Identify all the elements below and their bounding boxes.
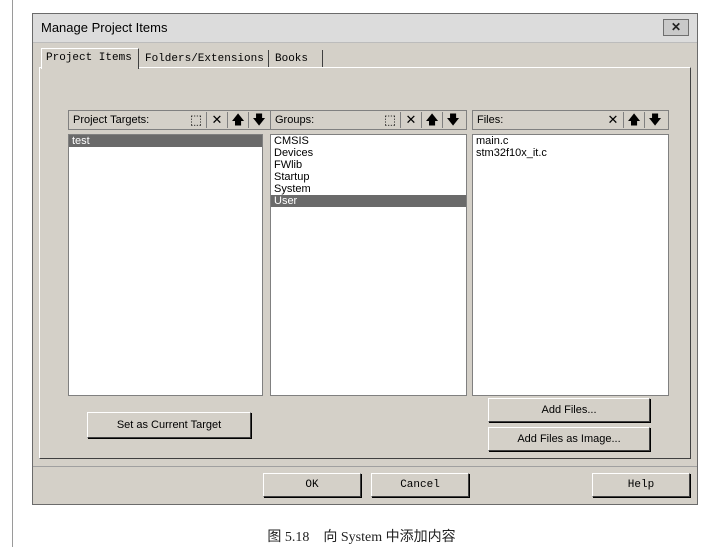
move-down-file-icon[interactable]: 🡇 [644,112,665,128]
new-group-icon[interactable]: ⬚ [380,112,400,128]
manage-project-items-dialog: Manage Project Items ✕ Project Items Fol… [32,13,698,505]
tab-folders-extensions[interactable]: Folders/Extensions [141,50,269,68]
help-button[interactable]: Help [592,473,690,497]
page-edge [12,0,13,547]
close-button[interactable]: ✕ [663,19,689,36]
targets-label: Project Targets: [73,114,150,126]
window-title: Manage Project Items [41,20,168,35]
group-item[interactable]: FWlib [271,159,466,171]
group-item[interactable]: System [271,183,466,195]
group-item[interactable]: CMSIS [271,135,466,147]
project-items-panel: Project Targets: ⬚ ✕ 🡅 🡇 test Groups: ⬚ … [39,67,691,459]
move-down-target-icon[interactable]: 🡇 [248,112,269,128]
groups-header: Groups: ⬚ ✕ 🡅 🡇 [270,110,467,130]
move-up-target-icon[interactable]: 🡅 [227,112,248,128]
targets-list[interactable]: test [68,134,263,396]
groups-label: Groups: [275,114,315,126]
file-item[interactable]: stm32f10x_it.c [473,147,668,159]
target-item[interactable]: test [69,135,262,147]
add-files-as-image-button[interactable]: Add Files as Image... [488,427,650,451]
group-item[interactable]: Startup [271,171,466,183]
cancel-button[interactable]: Cancel [371,473,469,497]
new-target-icon[interactable]: ⬚ [186,112,206,128]
set-current-target-button[interactable]: Set as Current Target [87,412,251,438]
files-header: Files: ✕ 🡅 🡇 [472,110,669,130]
ok-button[interactable]: OK [263,473,361,497]
files-label: Files: [477,114,504,126]
add-files-button[interactable]: Add Files... [488,398,650,422]
group-item[interactable]: Devices [271,147,466,159]
files-list[interactable]: main.c stm32f10x_it.c [472,134,669,396]
delete-file-icon[interactable]: ✕ [603,112,623,128]
move-up-file-icon[interactable]: 🡅 [623,112,644,128]
delete-target-icon[interactable]: ✕ [206,112,227,128]
tab-books[interactable]: Books [271,50,323,68]
figure-caption: 图 5.18 向 System 中添加内容 [267,530,456,545]
tab-project-items[interactable]: Project Items [41,48,139,69]
move-down-group-icon[interactable]: 🡇 [442,112,463,128]
file-item[interactable]: main.c [473,135,668,147]
groups-list[interactable]: CMSIS Devices FWlib Startup System User [270,134,467,396]
title-bar: Manage Project Items ✕ [33,14,697,43]
move-up-group-icon[interactable]: 🡅 [421,112,442,128]
button-bar-divider [33,466,697,467]
delete-group-icon[interactable]: ✕ [400,112,421,128]
group-item[interactable]: User [271,195,466,207]
targets-header: Project Targets: ⬚ ✕ 🡅 🡇 [68,110,273,130]
